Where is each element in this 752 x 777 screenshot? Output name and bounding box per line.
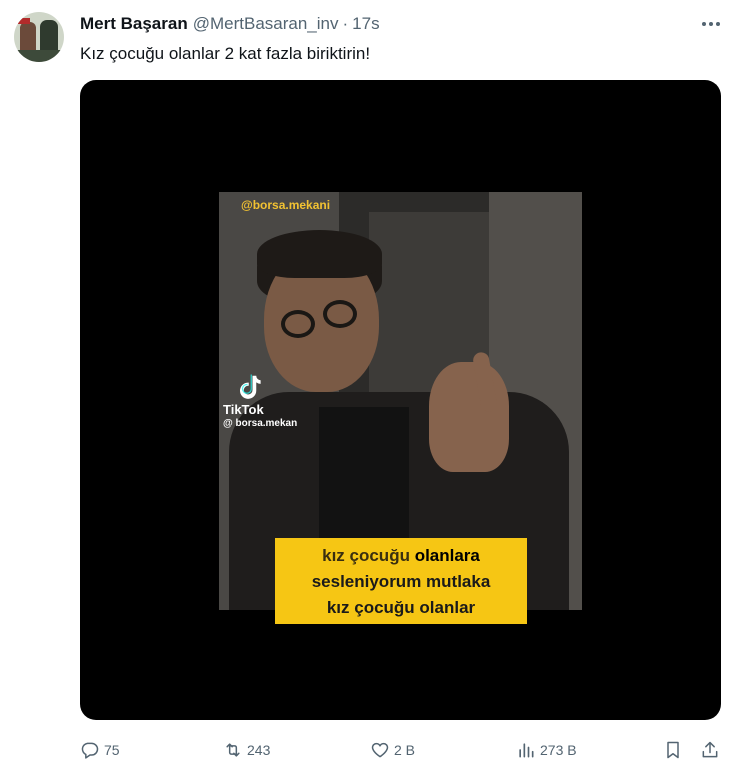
tweet-text: Kız çocuğu olanlar 2 kat fazla biriktiri… bbox=[80, 44, 371, 63]
author-handle[interactable]: @MertBasaran_inv bbox=[193, 14, 339, 34]
share-icon bbox=[702, 741, 718, 758]
share-button[interactable] bbox=[700, 738, 720, 762]
separator-dot: · bbox=[342, 14, 349, 33]
tweet-header: Mert Başaran @MertBasaran_inv · 17s bbox=[80, 14, 380, 34]
like-count: 2 B bbox=[394, 742, 416, 758]
caption-line1-start: kız çocuğu bbox=[322, 546, 415, 565]
tiktok-badge: TikTok @ borsa.mekan bbox=[223, 372, 313, 429]
reply-button[interactable]: 75 bbox=[80, 738, 120, 762]
more-icon[interactable] bbox=[700, 14, 722, 34]
video-player[interactable]: @borsa.mekani TikTok @ borsa.mekan kız ç… bbox=[80, 80, 721, 720]
heart-icon bbox=[371, 742, 389, 758]
like-button[interactable]: 2 B bbox=[370, 738, 415, 762]
video-caption: kız çocuğu olanlara sesleniyorum mutlaka… bbox=[275, 538, 527, 624]
tiktok-label: TikTok bbox=[223, 402, 264, 417]
tweet-time[interactable]: 17s bbox=[352, 14, 379, 34]
avatar[interactable] bbox=[14, 12, 64, 62]
reply-count: 75 bbox=[104, 742, 120, 758]
caption-line2: sesleniyorum mutlaka bbox=[311, 572, 491, 591]
caption-line3: kız çocuğu olanlar bbox=[326, 598, 476, 617]
caption-line1-highlight: olanlara bbox=[414, 546, 480, 565]
retweet-button[interactable]: 243 bbox=[223, 738, 270, 762]
bookmark-button[interactable] bbox=[663, 738, 683, 762]
author-name[interactable]: Mert Başaran bbox=[80, 14, 188, 34]
retweet-count: 243 bbox=[247, 742, 271, 758]
video-watermark: @borsa.mekani bbox=[241, 198, 331, 212]
tiktok-icon bbox=[240, 374, 261, 399]
bookmark-icon bbox=[667, 741, 679, 759]
reply-icon bbox=[81, 742, 99, 759]
tweet: Mert Başaran @MertBasaran_inv · 17s Kız … bbox=[0, 0, 752, 777]
views-button[interactable]: 273 B bbox=[516, 738, 577, 762]
views-count: 273 B bbox=[540, 742, 577, 758]
tweet-actions: 75 243 2 B 273 B bbox=[80, 738, 722, 762]
views-icon bbox=[519, 743, 534, 758]
tiktok-user: @ borsa.mekan bbox=[223, 418, 298, 429]
retweet-icon bbox=[226, 743, 240, 757]
